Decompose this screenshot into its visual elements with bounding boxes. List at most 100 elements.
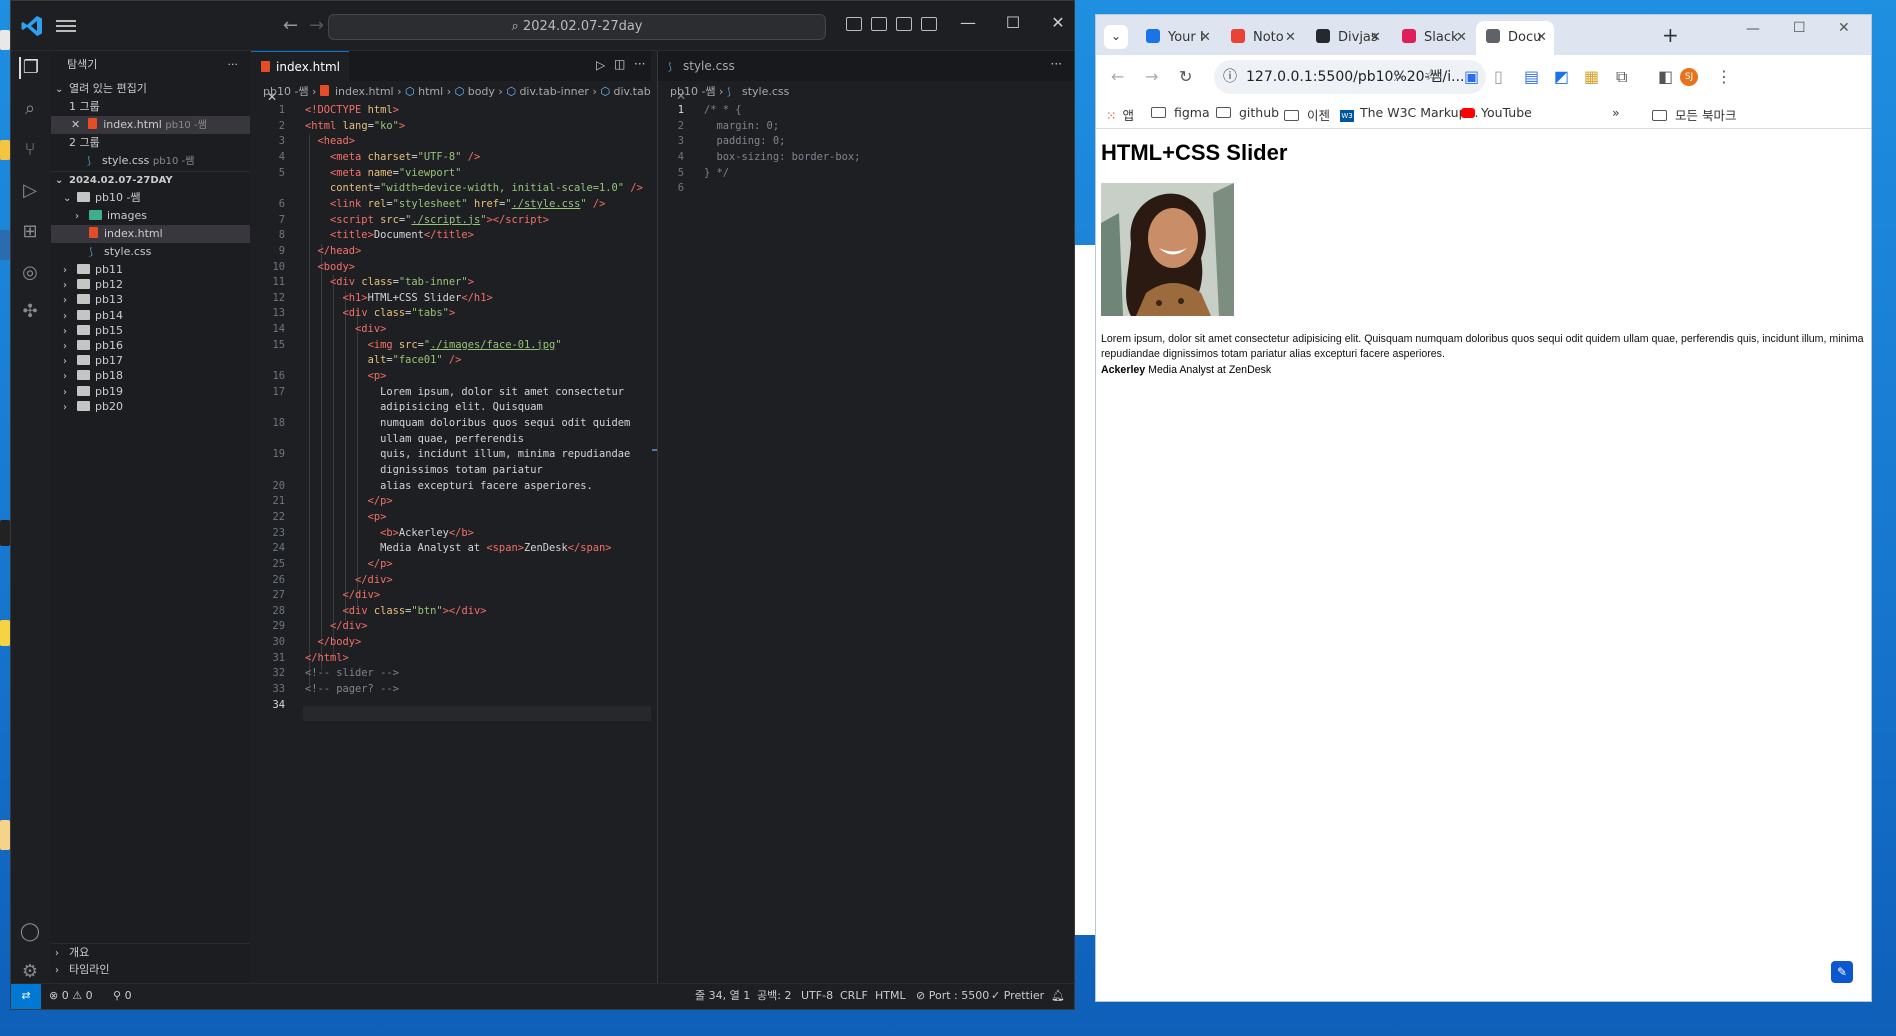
- extensions-puzzle-icon[interactable]: ⧉: [1616, 67, 1627, 87]
- close-tab-icon[interactable]: ✕: [1200, 21, 1211, 55]
- breadcrumb: pb10 -쌤 › index.html › ⬡ html › ⬡ body ›…: [263, 85, 651, 98]
- notifications-bell-icon[interactable]: 🔔︎: [1051, 984, 1065, 1008]
- folder-pb10[interactable]: ⌄ pb10 -쌤: [51, 189, 250, 207]
- extension-icon[interactable]: ◩: [1554, 67, 1569, 86]
- more-actions-icon[interactable]: ···: [228, 51, 239, 79]
- language-mode[interactable]: HTML: [875, 984, 906, 1008]
- extension-icon[interactable]: ▣: [1464, 67, 1479, 86]
- git-graph-icon[interactable]: ◎: [19, 262, 41, 284]
- back-arrow-icon[interactable]: ←: [1111, 67, 1124, 86]
- command-center-search[interactable]: ⌕ 2024.02.07-27day: [328, 14, 826, 40]
- timeline-section[interactable]: › 타임라인: [51, 961, 250, 979]
- desktop-icon[interactable]: [0, 140, 10, 160]
- site-info-icon[interactable]: ⓘ: [1223, 60, 1237, 94]
- customize-layout-icon[interactable]: [921, 17, 937, 31]
- cursor-position[interactable]: 줄 34, 열 1: [695, 984, 750, 1008]
- maximize-button[interactable]: ☐: [1793, 20, 1806, 36]
- extensions-icon[interactable]: ⊞: [19, 221, 41, 243]
- search-icon[interactable]: ⌕: [19, 98, 41, 120]
- bookmark-apps[interactable]: ⁙ 앱: [1106, 105, 1134, 124]
- close-tab-icon[interactable]: ✕: [1456, 21, 1467, 55]
- close-tab-icon[interactable]: ✕: [1370, 21, 1381, 55]
- extension-icon[interactable]: ▤: [1524, 67, 1539, 86]
- bookmarks-overflow-icon[interactable]: »: [1612, 105, 1620, 120]
- problems-indicator[interactable]: ⊗ 0 ⚠ 0: [49, 984, 93, 1008]
- favicon-icon: [1231, 29, 1245, 43]
- close-tab-icon[interactable]: ✕: [1536, 21, 1547, 55]
- desktop-icon[interactable]: [0, 520, 10, 546]
- end-of-line[interactable]: CRLF: [840, 984, 868, 1008]
- browser-tab[interactable]: Docu ✕: [1476, 21, 1554, 55]
- file-index-html[interactable]: index.html: [51, 225, 250, 243]
- prettier-status[interactable]: ✓ Prettier: [991, 984, 1044, 1008]
- all-bookmarks[interactable]: 모든 북마크: [1652, 105, 1736, 124]
- bookmark-w3c[interactable]: W3 The W3C Markup...: [1340, 105, 1478, 122]
- group-2-label: 2 그룹: [69, 136, 100, 149]
- run-icon[interactable]: ▷: [596, 58, 605, 72]
- zoom-icon[interactable]: ⌕: [1394, 66, 1403, 86]
- bookmark-figma[interactable]: figma: [1151, 105, 1210, 120]
- toggle-panel-icon[interactable]: [871, 17, 887, 31]
- close-tab-icon[interactable]: ✕: [1285, 21, 1296, 55]
- bookmark-youtube[interactable]: YouTube: [1461, 105, 1532, 120]
- extension-icon[interactable]: ▦: [1584, 67, 1599, 86]
- extension-icon[interactable]: ▯: [1494, 67, 1503, 86]
- close-button[interactable]: ✕: [1838, 20, 1850, 36]
- back-arrow-icon[interactable]: ←: [283, 15, 298, 36]
- bookmark-github[interactable]: github: [1216, 105, 1279, 120]
- edit-pen-icon[interactable]: ✎: [1831, 961, 1853, 983]
- menu-icon[interactable]: [56, 17, 76, 33]
- indentation[interactable]: 공백: 2: [757, 984, 791, 1008]
- browser-tab[interactable]: Divjas ✕: [1306, 21, 1386, 55]
- remote-explorer-icon[interactable]: ✣: [19, 301, 41, 323]
- minimize-button[interactable]: —: [953, 13, 983, 32]
- outline-section[interactable]: › 개요: [51, 943, 250, 961]
- explorer-icon[interactable]: ❐: [19, 57, 41, 79]
- folder-pb20[interactable]: › pb20: [51, 398, 250, 416]
- tab-style-css[interactable]: ⟆ style.css ✕: [658, 51, 748, 103]
- reload-icon[interactable]: ↻: [1179, 67, 1192, 86]
- current-line-highlight: [303, 706, 651, 721]
- desktop-icon[interactable]: [0, 30, 10, 50]
- open-editor-index-html[interactable]: ✕ index.html pb10 -쌤: [51, 116, 250, 134]
- workspace-section[interactable]: ⌄ 2024.02.07-27DAY: [51, 171, 250, 189]
- more-actions-icon[interactable]: ···: [1051, 57, 1062, 71]
- ports-indicator[interactable]: ⚲ 0: [113, 984, 132, 1008]
- browser-tab[interactable]: Your I ✕: [1136, 21, 1216, 55]
- forward-arrow-icon[interactable]: →: [309, 15, 324, 36]
- open-editor-style-css[interactable]: ⟆ style.css pb10 -쌤: [51, 152, 250, 170]
- kebab-menu-icon[interactable]: ⋮: [1716, 67, 1732, 86]
- side-panel-icon[interactable]: ◧: [1658, 67, 1673, 86]
- bookmark-ezen[interactable]: 이젠: [1284, 105, 1330, 124]
- folder-images[interactable]: › images: [51, 207, 250, 225]
- close-icon[interactable]: ✕: [71, 118, 80, 131]
- maximize-button[interactable]: ☐: [998, 13, 1028, 32]
- address-bar[interactable]: ⓘ 127.0.0.1:5500/pb10%20-쌤/i...: [1214, 60, 1486, 94]
- desktop-icon[interactable]: [0, 820, 10, 850]
- tab-index-html[interactable]: index.html ✕: [251, 51, 349, 104]
- file-style-css[interactable]: ⟆ style.css: [51, 243, 250, 261]
- live-server-port[interactable]: ⊘ Port : 5500: [916, 984, 989, 1008]
- toggle-secondary-sidebar-icon[interactable]: [896, 17, 912, 31]
- browser-tab[interactable]: Slack ✕: [1392, 21, 1472, 55]
- more-actions-icon[interactable]: ···: [634, 57, 645, 71]
- bookmark-star-icon[interactable]: ☆: [1424, 65, 1438, 84]
- browser-tab[interactable]: Noto ✕: [1221, 21, 1301, 55]
- run-debug-icon[interactable]: ▷: [19, 180, 41, 202]
- account-icon[interactable]: ◯: [19, 921, 41, 943]
- remote-indicator-icon[interactable]: ⇄: [11, 984, 41, 1009]
- encoding[interactable]: UTF-8: [801, 984, 833, 1008]
- toggle-sidebar-icon[interactable]: [846, 17, 862, 31]
- close-button[interactable]: ✕: [1043, 13, 1073, 32]
- open-editors-section[interactable]: ⌄ 열려 있는 편집기: [51, 80, 250, 98]
- desktop-icon[interactable]: [0, 620, 10, 646]
- split-editor-icon[interactable]: ◫: [614, 57, 625, 71]
- settings-gear-icon[interactable]: ⚙: [19, 961, 41, 983]
- forward-arrow-icon[interactable]: →: [1145, 67, 1158, 86]
- profile-avatar[interactable]: SJ: [1680, 68, 1698, 86]
- desktop-icon[interactable]: [0, 230, 10, 260]
- source-control-icon[interactable]: ⑂: [19, 139, 41, 161]
- minimize-button[interactable]: —: [1746, 21, 1760, 37]
- tab-search-button[interactable]: ⌄: [1104, 25, 1128, 49]
- new-tab-button[interactable]: +: [1662, 23, 1679, 47]
